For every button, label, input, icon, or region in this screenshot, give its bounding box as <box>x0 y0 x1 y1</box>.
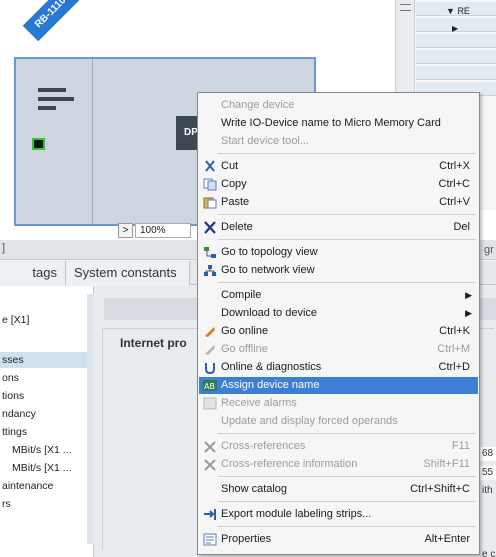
assign-name-icon: AB <box>203 379 217 392</box>
text-fragment: ith <box>482 485 493 496</box>
nav-item[interactable]: ttings <box>0 424 90 440</box>
nav-item[interactable]: ndancy <box>0 406 90 422</box>
export-icon <box>203 508 217 521</box>
menu-item-receive-alarms[interactable]: Receive alarms <box>199 395 478 412</box>
triangle-down-icon: ▼ <box>446 6 455 16</box>
nav-item[interactable]: rs <box>0 496 90 512</box>
menu-item-show-catalog[interactable]: Show catalog Ctrl+Shift+C <box>199 481 478 498</box>
device-badge: RB-1110 <box>22 0 80 42</box>
slot-bar <box>38 106 56 110</box>
cut-icon <box>203 160 217 173</box>
menu-item-export-labeling-strips[interactable]: Export module labeling strips... <box>199 506 478 523</box>
overview-row[interactable] <box>416 50 496 64</box>
grip-handle-icon[interactable] <box>400 4 411 11</box>
nav-item[interactable]: ons <box>0 370 90 386</box>
network-icon <box>203 264 217 277</box>
overview-header-label: RE <box>457 6 470 16</box>
menu-item-online-diagnostics[interactable]: Online & diagnostics Ctrl+D <box>199 359 478 376</box>
nav-item[interactable]: e [X1] <box>0 312 90 328</box>
menu-item-go-online[interactable]: Go online Ctrl+K <box>199 323 478 340</box>
inspector-title-fragment: ] <box>2 242 6 254</box>
slot-bar <box>38 97 74 101</box>
zoom-bar: > 100% <box>118 223 191 238</box>
menu-item-assign-device-name[interactable]: AB Assign device name <box>199 377 478 394</box>
menu-separator <box>218 433 476 434</box>
menu-item-cross-reference-information[interactable]: Cross-reference information Shift+F11 <box>199 456 478 473</box>
menu-item-change-device[interactable]: Change device <box>199 97 478 114</box>
svg-text:AB: AB <box>204 382 215 391</box>
menu-item-paste[interactable]: Paste Ctrl+V <box>199 194 478 211</box>
overview-row[interactable] <box>416 66 496 80</box>
menu-item-write-io-device-name[interactable]: Write IO-Device name to Micro Memory Car… <box>199 115 478 132</box>
menu-item-cross-references[interactable]: Cross-references F11 <box>199 438 478 455</box>
menu-separator <box>218 239 476 240</box>
zoom-value-field[interactable]: 100% <box>135 223 191 238</box>
go-online-icon <box>203 325 217 338</box>
port-led[interactable] <box>32 138 45 150</box>
menu-item-copy[interactable]: Copy Ctrl+C <box>199 176 478 193</box>
inspector-right-fragment: gr <box>484 244 494 256</box>
menu-item-go-to-network-view[interactable]: Go to network view <box>199 262 478 279</box>
menu-separator <box>218 153 476 154</box>
value-fragment: 55 <box>480 466 496 480</box>
triangle-right-icon[interactable]: ▶ <box>452 24 458 33</box>
menu-item-start-device-tool[interactable]: Start device tool... <box>199 133 478 150</box>
menu-item-cut[interactable]: Cut Ctrl+X <box>199 158 478 175</box>
diagnostics-icon <box>203 361 217 375</box>
topology-icon <box>203 246 217 259</box>
go-offline-icon <box>203 343 217 356</box>
menu-separator <box>218 501 476 502</box>
nav-scrollbar[interactable] <box>87 294 94 544</box>
properties-icon <box>203 533 217 546</box>
nav-item[interactable]: MBit/s [X1 ... <box>0 460 90 476</box>
nav-item-selected[interactable]: sses <box>0 352 90 368</box>
value-fragment: 68 <box>480 447 496 461</box>
nav-item[interactable]: aintenance <box>0 478 90 494</box>
menu-item-go-to-topology-view[interactable]: Go to topology view <box>199 244 478 261</box>
module-divider <box>92 59 93 224</box>
menu-item-properties[interactable]: Properties Alt+Enter <box>199 531 478 548</box>
menu-separator <box>218 526 476 527</box>
menu-item-download-to-device[interactable]: Download to device ▶ <box>199 305 478 322</box>
alarm-icon <box>203 397 217 410</box>
nav-item[interactable]: tions <box>0 388 90 404</box>
section-title: Internet pro <box>120 336 187 350</box>
submenu-arrow-icon: ▶ <box>465 290 472 300</box>
cross-ref-icon <box>203 440 217 453</box>
overview-header[interactable]: ▼ RE <box>446 6 470 16</box>
menu-separator <box>218 282 476 283</box>
nav-item[interactable]: MBit/s [X1 ... <box>0 442 90 458</box>
menu-item-go-offline[interactable]: Go offline Ctrl+M <box>199 341 478 358</box>
cross-ref-info-icon <box>203 458 217 471</box>
menu-separator <box>218 476 476 477</box>
slot-bar <box>38 88 66 92</box>
context-menu: Change device Write IO-Device name to Mi… <box>197 92 480 555</box>
property-navigation: e [X1] sses ons tions ndancy ttings MBit… <box>0 286 94 557</box>
menu-separator <box>218 214 476 215</box>
tab-tags[interactable]: tags <box>0 261 66 285</box>
menu-item-delete[interactable]: Delete Del <box>199 219 478 236</box>
overview-row[interactable] <box>416 34 496 48</box>
submenu-arrow-icon: ▶ <box>465 308 472 318</box>
paste-icon <box>203 196 217 209</box>
text-fragment: e c <box>482 549 496 557</box>
tab-system-constants[interactable]: System constants <box>66 261 190 285</box>
copy-icon <box>203 178 217 191</box>
zoom-next-button[interactable]: > <box>118 223 133 238</box>
menu-item-compile[interactable]: Compile ▶ <box>199 287 478 304</box>
menu-item-update-forced-operands[interactable]: Update and display forced operands <box>199 413 478 430</box>
delete-icon <box>203 221 217 234</box>
